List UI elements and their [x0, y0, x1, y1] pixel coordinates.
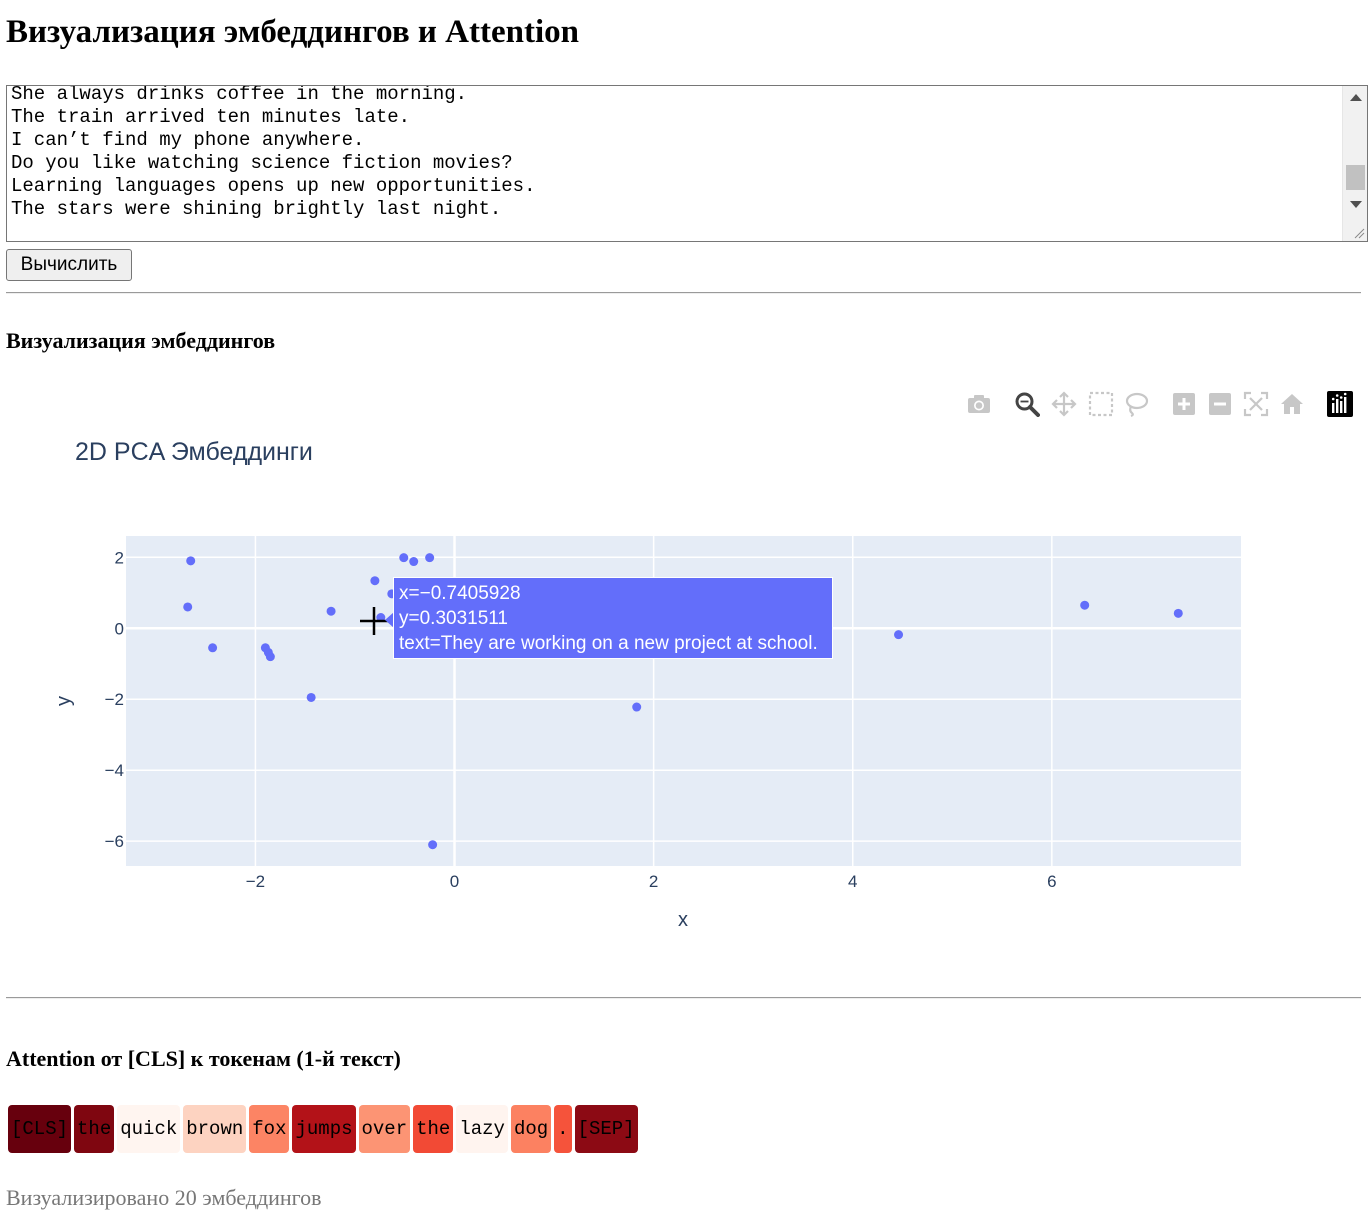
tooltip-x: x=−0.7405928: [399, 583, 521, 604]
y-tick-label: −4: [105, 761, 124, 780]
attention-token: lazy: [456, 1105, 508, 1153]
x-axis-label: x: [678, 909, 688, 931]
divider: [6, 997, 1361, 999]
hover-tooltip: x=−0.7405928 y=0.3031511 text=They are w…: [393, 577, 833, 659]
y-tick-label: 2: [115, 548, 124, 567]
scatter-point[interactable]: [632, 702, 642, 712]
attention-token: the: [74, 1105, 115, 1153]
y-tick-label: −6: [105, 832, 124, 851]
x-tick-labels: −2 0 2 4 6: [246, 872, 1057, 891]
attention-tokens: [CLS] the quick brown fox jumps over the lazy dog…: [8, 1105, 638, 1153]
attention-heading: Attention от [CLS] к токенам (1-й текст): [6, 1046, 401, 1071]
pca-scatter-chart[interactable]: 2D PCA Эмбеддинги −2 0 2 4 6 2 0 −2 −4 −6 x y: [0, 0, 1371, 1000]
attention-token: jumps: [292, 1105, 356, 1153]
scatter-point[interactable]: [409, 557, 419, 567]
x-tick-label: 2: [649, 872, 658, 891]
tooltip-y: y=0.3031511: [399, 608, 508, 629]
scatter-point[interactable]: [183, 602, 193, 612]
attention-token: .: [554, 1105, 572, 1153]
scatter-point[interactable]: [428, 840, 438, 850]
attention-token: [CLS]: [8, 1105, 72, 1153]
x-tick-label: 0: [450, 872, 459, 891]
scatter-point[interactable]: [425, 553, 435, 563]
scatter-point[interactable]: [306, 692, 316, 702]
x-tick-label: 6: [1047, 872, 1056, 891]
scatter-point[interactable]: [265, 652, 275, 662]
scatter-point[interactable]: [370, 576, 380, 586]
y-tick-label: 0: [115, 619, 124, 638]
tooltip-text: text=They are working on a new project a…: [399, 633, 818, 654]
embeddings-count-note: Визуализировано 20 эмбеддингов: [6, 1185, 322, 1210]
attention-token: [SEP]: [574, 1105, 638, 1153]
attention-token: the: [413, 1105, 454, 1153]
attention-token: dog: [510, 1105, 552, 1153]
chart-title: 2D PCA Эмбеддинги: [75, 438, 313, 466]
y-axis-label: y: [53, 696, 75, 706]
scatter-point[interactable]: [894, 630, 904, 640]
x-tick-label: −2: [246, 872, 265, 891]
scatter-point[interactable]: [186, 556, 196, 566]
attention-token: over: [358, 1105, 411, 1153]
scatter-point[interactable]: [1173, 608, 1183, 618]
attention-token: brown: [183, 1105, 247, 1153]
scatter-point[interactable]: [399, 553, 409, 563]
attention-token: quick: [117, 1105, 181, 1153]
scatter-point[interactable]: [208, 643, 218, 653]
y-tick-labels: 2 0 −2 −4 −6: [105, 548, 124, 851]
attention-token: fox: [249, 1105, 290, 1153]
y-tick-label: −2: [105, 690, 124, 709]
x-tick-label: 4: [848, 872, 857, 891]
scatter-point[interactable]: [326, 606, 336, 616]
scatter-point[interactable]: [1080, 600, 1090, 610]
